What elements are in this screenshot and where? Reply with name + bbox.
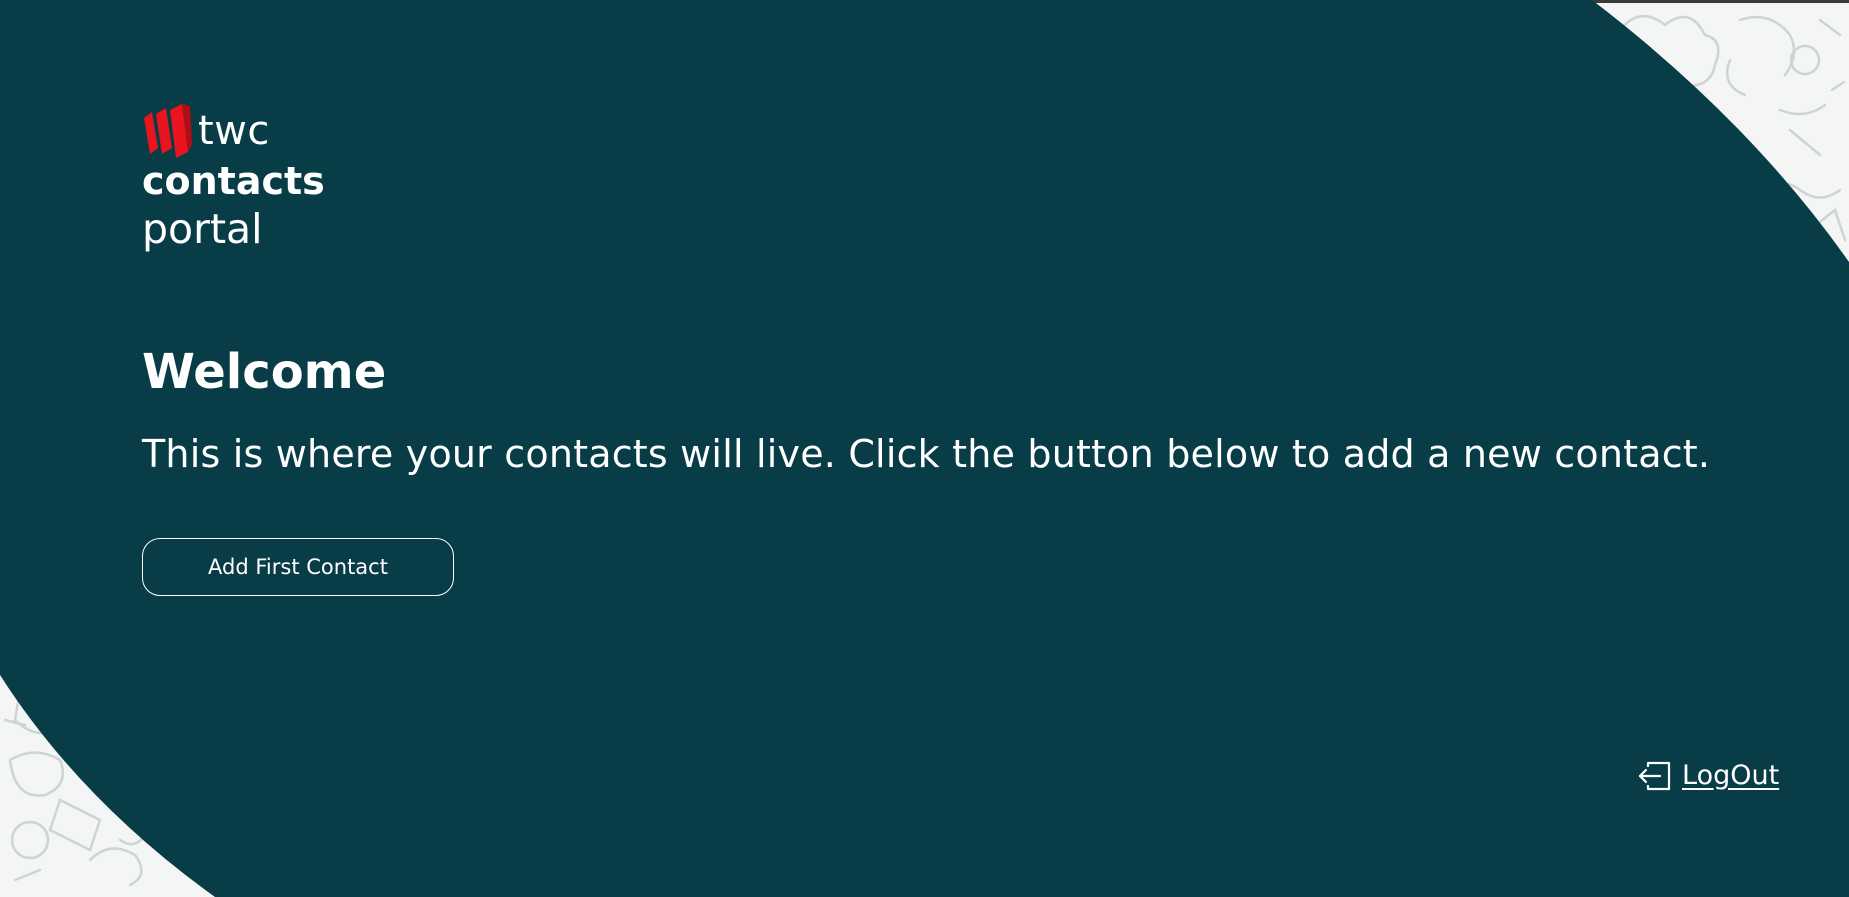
logo-top-row: twc (142, 104, 325, 158)
logout-link[interactable]: LogOut (1636, 760, 1779, 791)
add-first-contact-button[interactable]: Add First Contact (142, 538, 454, 596)
logout-label[interactable]: LogOut (1682, 760, 1779, 791)
welcome-heading: Welcome (142, 344, 387, 400)
logout-icon (1638, 761, 1671, 790)
logo-twc-text: twc (198, 108, 270, 154)
main-content: twc contacts portal Welcome This is wher… (0, 0, 1849, 897)
twc-logo-mark-icon (144, 104, 192, 158)
logo-portal-text: portal (142, 205, 263, 253)
logo-contacts-text: contacts (142, 159, 325, 203)
welcome-message: This is where your contacts will live. C… (142, 432, 1711, 476)
brand-logo: twc contacts portal (142, 104, 325, 255)
